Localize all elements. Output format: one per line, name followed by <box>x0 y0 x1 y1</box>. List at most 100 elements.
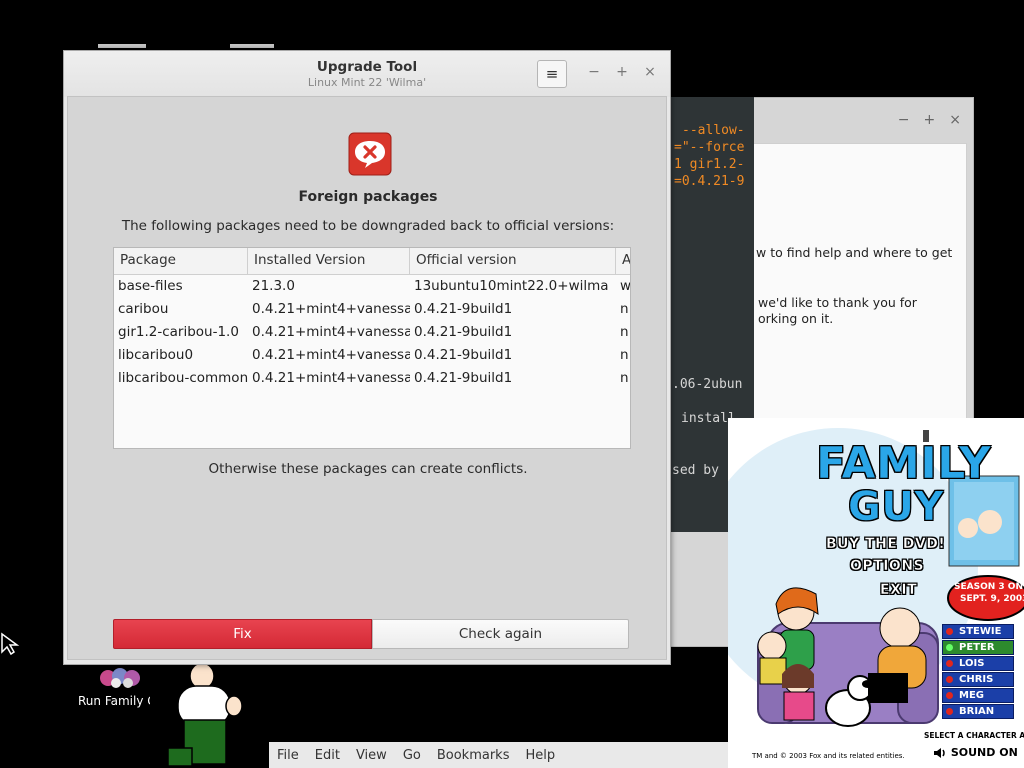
cell-installed: 0.4.21+mint4+vanessa <box>252 347 410 363</box>
menu-file[interactable]: File <box>269 748 307 763</box>
cell-extra: n <box>620 370 629 386</box>
character-lois[interactable]: LOIS <box>942 656 1014 671</box>
description-text: The following packages need to be downgr… <box>121 218 615 234</box>
character-label: CHRIS <box>959 674 994 685</box>
window-tab-edge <box>98 44 146 48</box>
green-dot-icon <box>946 644 953 651</box>
character-label: BRIAN <box>959 706 995 717</box>
character-label: LOIS <box>959 658 985 669</box>
column-header-official-version[interactable]: Official version <box>410 248 616 274</box>
terminal-line: sed by <box>672 463 719 478</box>
character-meg[interactable]: MEG <box>942 688 1014 703</box>
season-badge-line1: SEASON 3 ON DVD <box>954 582 1024 592</box>
background-dialog-text: we'd like to thank you for <box>758 295 917 310</box>
menu-edit[interactable]: Edit <box>307 748 348 763</box>
column-header-package[interactable]: Package <box>114 248 248 274</box>
minimize-icon[interactable]: − <box>586 64 602 80</box>
packages-table[interactable]: Package Installed Version Official versi… <box>113 247 631 449</box>
conflict-note: Otherwise these packages can create conf… <box>208 461 528 477</box>
cell-extra: n <box>620 301 629 317</box>
character-label: STEWIE <box>959 626 1002 637</box>
window-title: Upgrade Tool <box>316 59 418 75</box>
error-speech-bubble-icon <box>348 132 392 176</box>
family-guy-launcher-icon[interactable] <box>98 663 148 693</box>
upgrade-tool-window: Upgrade Tool Linux Mint 22 'Wilma' ≡ − +… <box>63 50 671 665</box>
column-header-installed-version[interactable]: Installed Version <box>248 248 410 274</box>
terminal-line: ="--force <box>674 140 745 155</box>
character-label: MEG <box>959 690 984 701</box>
cell-official: 0.4.21-9build1 <box>414 370 513 386</box>
window-subtitle: Linux Mint 22 'Wilma' <box>307 76 427 89</box>
table-row[interactable]: base-files 21.3.0 13ubuntu10mint22.0+wil… <box>114 275 630 298</box>
window-tab-edge <box>230 44 274 48</box>
cell-extra: w <box>620 278 630 294</box>
table-row[interactable]: libcaribou0 0.4.21+mint4+vanessa 0.4.21-… <box>114 344 630 367</box>
cell-official: 0.4.21-9build1 <box>414 301 513 317</box>
exit-menu-item[interactable]: EXIT <box>880 582 917 599</box>
close-icon[interactable]: × <box>949 112 961 128</box>
cell-package: libcaribou0 <box>118 347 194 363</box>
titlebar[interactable]: Upgrade Tool Linux Mint 22 'Wilma' ≡ − +… <box>64 51 670 97</box>
buy-dvd-menu-item[interactable]: BUY THE DVD! <box>826 536 945 553</box>
character-peter[interactable]: PETER <box>942 640 1014 655</box>
red-dot-icon <box>946 628 953 635</box>
background-dialog-text: orking on it. <box>758 311 834 326</box>
cell-installed: 0.4.21+mint4+vanessa <box>252 301 410 317</box>
character-stewie[interactable]: STEWIE <box>942 624 1014 639</box>
fix-button[interactable]: Fix <box>113 619 372 649</box>
family-guy-logo-line2: GUY <box>848 484 944 531</box>
character-label: PETER <box>959 642 995 653</box>
menu-help[interactable]: Help <box>517 748 563 763</box>
column-header-extra[interactable]: A <box>616 248 630 274</box>
hamburger-menu-button[interactable]: ≡ <box>537 60 567 88</box>
menu-go[interactable]: Go <box>395 748 429 763</box>
close-icon[interactable]: × <box>642 64 658 80</box>
red-dot-icon <box>946 692 953 699</box>
copyright-text: TM and © 2003 Fox and its related entiti… <box>752 752 905 760</box>
options-menu-item[interactable]: OPTIONS <box>850 558 924 575</box>
file-manager-menubar: File Edit View Go Bookmarks Help <box>269 742 729 768</box>
menu-view[interactable]: View <box>348 748 395 763</box>
table-row[interactable]: caribou 0.4.21+mint4+vanessa 0.4.21-9bui… <box>114 298 630 321</box>
mouse-cursor-icon <box>1 632 20 656</box>
sound-toggle[interactable]: SOUND ON <box>933 746 1018 759</box>
red-dot-icon <box>946 660 953 667</box>
cell-installed: 0.4.21+mint4+vanessa <box>252 324 410 340</box>
check-again-button[interactable]: Check again <box>372 619 629 649</box>
family-guy-logo-line1: FAMILY <box>816 438 992 490</box>
terminal-line: 1 gir1.2- <box>674 157 745 172</box>
desktop-icon-label[interactable]: Run Family G <box>78 694 150 708</box>
menu-bookmarks[interactable]: Bookmarks <box>429 748 518 763</box>
character-brian[interactable]: BRIAN <box>942 704 1014 719</box>
character-select-list: STEWIE PETER LOIS CHRIS MEG BRIAN <box>942 624 1014 720</box>
dialog-content: Foreign packages The following packages … <box>67 96 667 660</box>
red-dot-icon <box>946 708 953 715</box>
season-badge-line2: SEPT. 9, 2003! <box>960 594 1024 604</box>
select-character-prompt: SELECT A CHARACTER ABOVE <box>924 731 1024 740</box>
cell-installed: 21.3.0 <box>252 278 295 294</box>
cell-installed: 0.4.21+mint4+vanessa <box>252 370 410 386</box>
cell-official: 0.4.21-9build1 <box>414 347 513 363</box>
table-row[interactable]: gir1.2-caribou-1.0 0.4.21+mint4+vanessa … <box>114 321 630 344</box>
speaker-icon <box>934 748 945 758</box>
peter-character-sprite <box>167 662 243 767</box>
cell-official: 13ubuntu10mint22.0+wilma <box>414 278 609 294</box>
minimize-icon[interactable]: − <box>898 112 910 128</box>
character-chris[interactable]: CHRIS <box>942 672 1014 687</box>
background-dialog-text: w to find help and where to get <box>756 245 953 260</box>
cell-extra: n <box>620 347 629 363</box>
red-dot-icon <box>946 676 953 683</box>
cell-package: gir1.2-caribou-1.0 <box>118 324 239 340</box>
cell-package: base-files <box>118 278 183 294</box>
maximize-icon[interactable]: + <box>614 64 630 80</box>
cell-package: libcaribou-common <box>118 370 248 386</box>
maximize-icon[interactable]: + <box>924 112 936 128</box>
family-guy-game-window: FAMILY GUY BUY THE DVD! OPTIONS EXIT SEA… <box>728 418 1024 768</box>
cell-extra: n <box>620 324 629 340</box>
section-heading: Foreign packages <box>298 189 438 205</box>
table-header: Package Installed Version Official versi… <box>114 248 630 275</box>
sound-label: SOUND ON <box>950 746 1018 759</box>
table-row[interactable]: libcaribou-common 0.4.21+mint4+vanessa 0… <box>114 367 630 390</box>
terminal-line: =0.4.21-9 <box>674 174 745 189</box>
cell-package: caribou <box>118 301 169 317</box>
